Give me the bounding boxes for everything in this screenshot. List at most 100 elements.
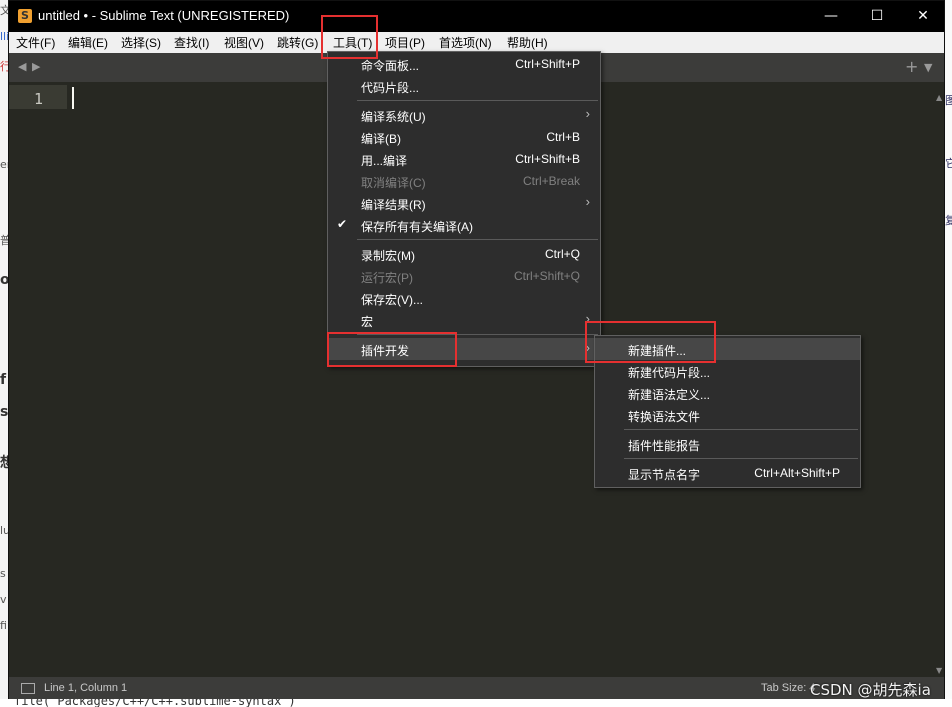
menu-item-build-results[interactable]: 编译结果(R) › [328,192,600,214]
menu-separator [624,458,858,459]
menu-separator [357,239,598,240]
annotation-box-new-plugin [585,321,716,363]
menu-separator [624,429,858,430]
background-page-right: 图 它 复 [945,0,952,707]
menu-item-label: 命令面板... [361,59,420,73]
close-button[interactable]: ✕ [900,1,946,32]
menu-item-macros[interactable]: 宏 › [328,309,600,331]
menu-item-new-syntax[interactable]: 新建语法定义... [595,382,860,404]
bg-fragment: o [0,272,8,288]
tab-next-icon[interactable]: ▶ [32,60,40,73]
minimize-button[interactable]: — [808,1,854,32]
background-page-bottom: file( Packages/C++/C++.sublime-syntax ) [0,699,952,707]
menu-view[interactable]: 视图(V) [222,34,266,51]
menu-preferences[interactable]: 首选项(N) [437,34,494,51]
line-number: 1 [34,90,44,108]
editor-scrollbar[interactable] [934,101,944,661]
menu-item-label: 取消编译(C) [361,176,426,190]
bg-fragment: 文 [0,4,8,17]
menu-project[interactable]: 项目(P) [383,34,427,51]
bg-fragment: 普 [0,234,8,247]
menu-item-show-scope-name[interactable]: 显示节点名字 Ctrl+Alt+Shift+P [595,462,860,484]
menu-item-shortcut: Ctrl+Shift+B [515,152,580,166]
menu-item-label: 编译结果(R) [361,198,426,212]
checkmark-icon: ✔ [337,217,348,231]
menu-item-new-snippet[interactable]: 新建代码片段... [595,360,860,382]
chevron-right-icon: › [585,106,590,121]
menu-item-label: 代码片段... [361,81,420,95]
bg-fragment: er [0,158,8,171]
tab-list-chevron-icon[interactable]: ▼ [924,61,932,74]
menu-item-label: 保存宏(V)... [361,293,423,307]
menu-item-label: 编译系统(U) [361,110,426,124]
menu-item-convert-syntax[interactable]: 转换语法文件 [595,404,860,426]
scroll-up-icon[interactable]: ▲ [936,93,942,102]
maximize-button[interactable]: ☐ [854,1,900,32]
annotation-box-tools-menu [321,15,378,59]
menu-item-shortcut: Ctrl+Break [522,174,580,188]
panel-toggle-icon[interactable] [21,683,35,694]
menu-item-build[interactable]: 编译(B) Ctrl+B [328,126,600,148]
annotation-box-developer-item [327,332,457,367]
menu-item-label: 宏 [361,315,374,329]
menu-item-cancel-build: 取消编译(C) Ctrl+Break [328,170,600,192]
bg-fragment: f [0,372,7,388]
menu-item-record-macro[interactable]: 录制宏(M) Ctrl+Q [328,243,600,265]
text-cursor [72,87,74,109]
menu-item-save-macro[interactable]: 保存宏(V)... [328,287,600,309]
menu-item-label: 用...编译 [361,154,408,168]
menu-item-playback-macro: 运行宏(P) Ctrl+Shift+Q [328,265,600,287]
menu-item-shortcut: Ctrl+Q [544,247,580,261]
menu-item-label: 插件性能报告 [628,439,701,453]
scroll-down-icon[interactable]: ▼ [936,666,942,675]
menu-item-shortcut: Ctrl+Alt+Shift+P [754,466,840,480]
tab-prev-icon[interactable]: ◀ [18,60,26,73]
bg-fragment: s [0,404,8,420]
menu-item-build-with[interactable]: 用...编译 Ctrl+Shift+B [328,148,600,170]
bg-fragment: 它 [945,157,952,170]
menu-help[interactable]: 帮助(H) [505,34,550,51]
menu-item-label: 运行宏(P) [361,271,413,285]
menu-item-label: 编译(B) [361,132,401,146]
menu-item-label: 保存所有有关编译(A) [361,220,473,234]
bg-fragment: s [0,567,6,580]
menu-goto[interactable]: 跳转(G) [275,34,320,51]
title-bar[interactable]: S untitled • - Sublime Text (UNREGISTERE… [9,1,944,32]
menu-item-build-system[interactable]: 编译系统(U) › [328,104,600,126]
menu-item-profile-plugins[interactable]: 插件性能报告 [595,433,860,455]
menu-item-shortcut: Ctrl+Shift+Q [513,269,580,283]
bg-fragment: 行 [0,60,8,73]
menu-file[interactable]: 文件(F) [14,34,57,51]
menu-item-label: 显示节点名字 [628,468,701,482]
background-page-left: 文 lli 行 er 普 o f s 想 lu s v fi [0,0,8,707]
bg-fragment: 想 [0,455,8,471]
menu-item-shortcut: Ctrl+Shift+P [515,57,580,71]
menu-item-label: 转换语法文件 [628,410,701,424]
tools-menu: 命令面板... Ctrl+Shift+P 代码片段... 编译系统(U) › 编… [327,51,601,367]
bg-fragment: fi [0,619,7,632]
chevron-right-icon: › [585,194,590,209]
menu-item-save-all-on-build[interactable]: ✔ 保存所有有关编译(A) [328,214,600,236]
cursor-position[interactable]: Line 1, Column 1 [44,682,127,694]
bg-fragment: lli [0,30,8,43]
menu-item-label: 新建语法定义... [628,388,711,402]
bg-fragment: v [0,593,7,606]
sublime-logo-icon: S [18,9,32,23]
menu-item-snippets[interactable]: 代码片段... [328,75,600,97]
menu-selection[interactable]: 选择(S) [119,34,163,51]
menu-item-shortcut: Ctrl+B [546,130,580,144]
menu-find[interactable]: 查找(I) [172,34,211,51]
new-tab-plus-icon[interactable]: + [905,57,918,76]
menu-separator [357,100,598,101]
bg-bottom-text: file( Packages/C++/C++.sublime-syntax ) [14,699,296,707]
bg-fragment: lu [0,524,8,537]
menu-item-label: 录制宏(M) [361,249,415,263]
menu-item-label: 新建代码片段... [628,366,711,380]
bg-fragment: 复 [945,214,952,227]
menu-edit[interactable]: 编辑(E) [66,34,110,51]
status-bar: Line 1, Column 1 Tab Size: 4 [9,677,944,699]
window-title: untitled • - Sublime Text (UNREGISTERED) [38,8,290,23]
bg-fragment: 图 [945,94,952,107]
tab-size-indicator[interactable]: Tab Size: 4 [761,682,815,694]
csdn-watermark: CSDN @胡先森ia [810,681,931,699]
